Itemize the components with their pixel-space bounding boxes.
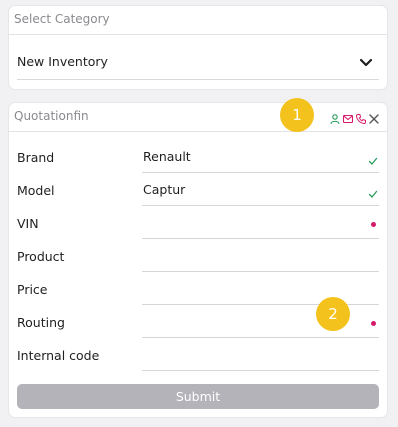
user-icon[interactable]	[329, 110, 341, 125]
form-row-model: Model Captur	[17, 173, 379, 206]
check-icon	[367, 152, 379, 165]
quotation-card: Quotationfin Brand Renault Model Captur …	[9, 103, 387, 417]
product-field[interactable]	[142, 239, 379, 272]
header-actions	[329, 110, 381, 125]
field-value: Renault	[143, 149, 191, 164]
close-icon[interactable]	[368, 110, 380, 124]
quotation-card-header: Quotationfin	[9, 103, 387, 132]
quotation-card-title: Quotationfin	[14, 109, 89, 123]
step-marker-1: 1	[280, 98, 314, 132]
model-field[interactable]: Captur	[142, 173, 379, 206]
field-label: Brand	[17, 150, 55, 165]
form-row-vin: VIN	[17, 206, 379, 239]
field-label: VIN	[17, 216, 39, 231]
category-card-title: Select Category	[14, 12, 110, 26]
field-label: Price	[17, 282, 48, 297]
field-label: Routing	[17, 315, 65, 330]
form-row-product: Product	[17, 239, 379, 272]
category-card: Select Category New Inventory	[9, 6, 387, 89]
mail-icon[interactable]	[342, 110, 354, 124]
check-icon	[367, 185, 379, 198]
field-value: Captur	[143, 182, 186, 197]
form-row-brand: Brand Renault	[17, 140, 379, 173]
required-indicator	[371, 321, 376, 326]
brand-field[interactable]: Renault	[142, 140, 379, 173]
form-row-internal-code: Internal code	[17, 338, 379, 371]
category-card-header: Select Category	[9, 6, 387, 35]
step-marker-2: 2	[316, 297, 350, 331]
required-indicator	[371, 222, 376, 227]
field-label: Internal code	[17, 348, 100, 363]
internal-code-field[interactable]	[142, 338, 379, 371]
chevron-down-icon[interactable]	[359, 54, 373, 67]
vin-field[interactable]	[142, 206, 379, 239]
category-select[interactable]: New Inventory	[17, 41, 379, 80]
category-select-value: New Inventory	[17, 54, 108, 69]
phone-icon[interactable]	[355, 110, 367, 125]
submit-button[interactable]: Submit	[17, 384, 379, 409]
field-label: Product	[17, 249, 65, 264]
field-label: Model	[17, 183, 55, 198]
